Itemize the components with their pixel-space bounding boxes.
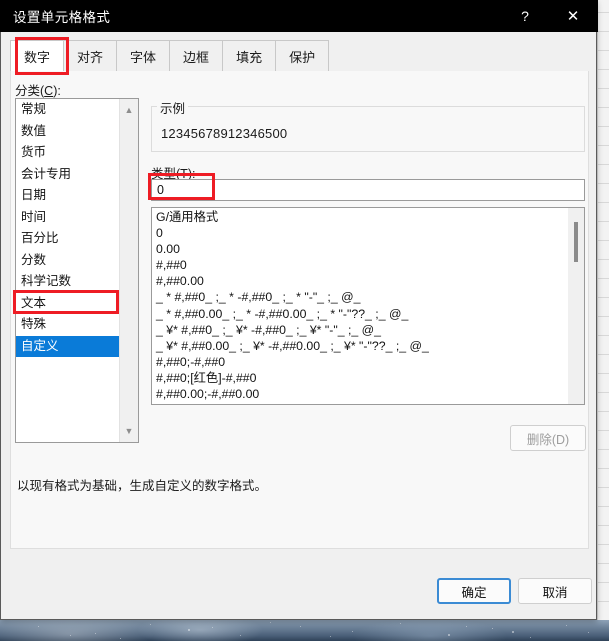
list-item[interactable]: #,##0 (152, 257, 564, 273)
list-item[interactable]: #,##0.00;-#,##0.00 (152, 386, 564, 402)
category-label: 分类(C): (15, 84, 61, 98)
category-item-currency[interactable]: 货币 (16, 142, 120, 164)
list-item[interactable]: 0.00 (152, 241, 564, 257)
list-item[interactable]: #,##0.00 (152, 273, 564, 289)
list-item[interactable]: #,##0;-#,##0 (152, 354, 564, 370)
category-item-text[interactable]: 文本 (16, 293, 120, 315)
ok-button[interactable]: 确定 (437, 578, 511, 604)
category-item-date[interactable]: 日期 (16, 185, 120, 207)
category-item-special[interactable]: 特殊 (16, 314, 120, 336)
desktop-background: 设置单元格格式 ? ✕ 数字 对齐 字体 边框 填充 保护 分类(C): 常规 … (0, 0, 609, 641)
list-item[interactable]: _ * #,##0.00_ ;_ * -#,##0.00_ ;_ * "-"??… (152, 306, 564, 322)
category-item-fraction[interactable]: 分数 (16, 250, 120, 272)
list-item[interactable]: #,##0;[红色]-#,##0 (152, 370, 564, 386)
category-scrollbar[interactable]: ▲ ▼ (119, 99, 138, 442)
scrollbar-thumb[interactable] (574, 222, 578, 262)
category-item-general[interactable]: 常规 (16, 99, 120, 121)
category-items: 常规 数值 货币 会计专用 日期 时间 百分比 分数 科学记数 文本 特殊 自定… (16, 99, 120, 357)
help-icon[interactable]: ? (503, 0, 547, 32)
format-code-items: G/通用格式 0 0.00 #,##0 #,##0.00 _ * #,##0_ … (152, 209, 564, 402)
tab-alignment[interactable]: 对齐 (63, 40, 118, 72)
category-item-accounting[interactable]: 会计专用 (16, 164, 120, 186)
list-item[interactable]: _ * #,##0_ ;_ * -#,##0_ ;_ * "-"_ ;_ @_ (152, 289, 564, 305)
format-cells-dialog: 设置单元格格式 ? ✕ 数字 对齐 字体 边框 填充 保护 分类(C): 常规 … (0, 0, 598, 620)
worksheet-edge-strip (597, 0, 609, 620)
format-list-scrollbar[interactable] (568, 208, 584, 404)
tab-strip: 数字 对齐 字体 边框 填充 保护 (10, 39, 589, 73)
format-code-listbox[interactable]: G/通用格式 0 0.00 #,##0 #,##0.00 _ * #,##0_ … (151, 207, 585, 405)
list-item[interactable]: 0 (152, 225, 564, 241)
category-listbox[interactable]: 常规 数值 货币 会计专用 日期 时间 百分比 分数 科学记数 文本 特殊 自定… (15, 98, 139, 443)
sample-value: 12345678912346500 (161, 126, 288, 141)
sample-legend: 示例 (157, 98, 189, 117)
delete-button[interactable]: 删除(D) (510, 425, 586, 451)
description-text: 以现有格式为基础，生成自定义的数字格式。 (17, 479, 268, 493)
cancel-button[interactable]: 取消 (518, 578, 592, 604)
tab-border[interactable]: 边框 (169, 40, 224, 72)
category-item-percentage[interactable]: 百分比 (16, 228, 120, 250)
scroll-up-icon[interactable]: ▲ (120, 101, 138, 119)
list-item[interactable]: _ ¥* #,##0_ ;_ ¥* -#,##0_ ;_ ¥* "-"_ ;_ … (152, 322, 564, 338)
dialog-title: 设置单元格格式 (13, 10, 111, 25)
tab-font[interactable]: 字体 (116, 40, 171, 72)
category-item-number[interactable]: 数值 (16, 121, 120, 143)
category-item-custom[interactable]: 自定义 (16, 335, 120, 357)
type-input[interactable] (151, 179, 585, 201)
scroll-down-icon[interactable]: ▼ (120, 422, 138, 440)
category-item-time[interactable]: 时间 (16, 207, 120, 229)
close-icon[interactable]: ✕ (551, 0, 595, 32)
dialog-titlebar: 设置单元格格式 ? ✕ (0, 0, 598, 32)
tab-number[interactable]: 数字 (10, 40, 65, 73)
list-item[interactable]: _ ¥* #,##0.00_ ;_ ¥* -#,##0.00_ ;_ ¥* "-… (152, 338, 564, 354)
tab-fill[interactable]: 填充 (222, 40, 277, 72)
category-item-scientific[interactable]: 科学记数 (16, 271, 120, 293)
list-item[interactable]: G/通用格式 (152, 209, 564, 225)
tab-protection[interactable]: 保护 (275, 40, 330, 72)
desktop-wallpaper (0, 620, 609, 641)
